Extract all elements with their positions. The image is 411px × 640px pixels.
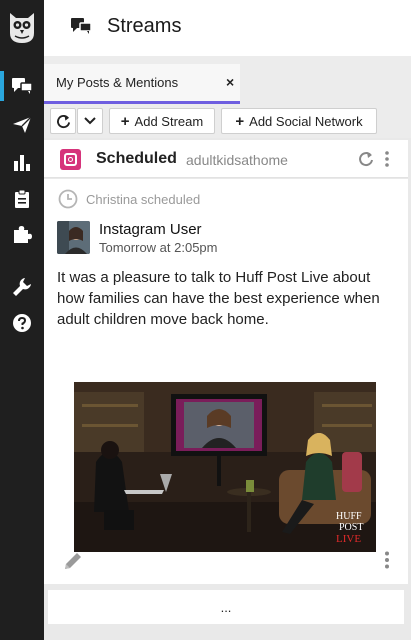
refresh-icon [56, 114, 70, 128]
stream-column: Scheduled adultkidsathome Christina sche… [44, 138, 411, 640]
page-title: Streams [107, 15, 182, 37]
more-vertical-icon [385, 151, 389, 167]
add-stream-label: Add Stream [134, 113, 204, 129]
app-header: Streams [44, 0, 411, 56]
post-author[interactable]: Instagram User [99, 221, 202, 238]
edit-post-button[interactable] [62, 550, 84, 577]
nav-assignments[interactable] [0, 181, 44, 215]
more-vertical-icon [385, 551, 389, 569]
stream-header: Scheduled adultkidsathome [44, 140, 408, 178]
tab-label: My Posts & Mentions [56, 75, 179, 90]
nav-apps[interactable] [0, 217, 44, 251]
stream-toolbar: + Add Stream + Add Social Network [44, 104, 411, 138]
plus-icon: + [120, 112, 130, 130]
post-image[interactable]: HUFF POST LIVE [74, 382, 376, 552]
post-menu-button[interactable] [384, 551, 390, 574]
nav-publisher[interactable] [0, 108, 44, 142]
stream-menu-button[interactable] [384, 151, 390, 172]
nav-help[interactable] [0, 306, 44, 340]
stream-account: adultkidsathome [186, 152, 288, 168]
post-time: Tomorrow at 2:05pm [99, 240, 218, 255]
clipboard-icon [15, 189, 29, 208]
pencil-icon [65, 553, 81, 569]
refresh-all-button[interactable] [50, 108, 76, 134]
nav-streams[interactable] [0, 69, 44, 103]
help-icon [13, 314, 31, 332]
puzzle-icon [14, 226, 32, 243]
paper-plane-icon [13, 116, 32, 133]
owl-logo-icon[interactable] [8, 9, 36, 45]
scheduled-by-text: Christina scheduled [86, 191, 201, 207]
nav-rail [0, 0, 44, 640]
stream-title: Scheduled [96, 150, 177, 167]
scheduled-by: Christina scheduled [58, 189, 200, 209]
add-social-network-button[interactable]: + Add Social Network [221, 108, 377, 134]
instagram-icon [60, 149, 81, 170]
plus-icon: + [235, 112, 245, 130]
nav-analytics[interactable] [0, 145, 44, 179]
add-stream-button[interactable]: + Add Stream [109, 108, 215, 134]
avatar[interactable] [57, 221, 90, 254]
tab-close-button[interactable]: × [226, 74, 234, 90]
chevron-down-icon [84, 117, 96, 125]
huffpost-watermark-line2: POST [339, 522, 363, 533]
huffpost-watermark-line3: LIVE [336, 533, 361, 545]
streams-icon [70, 17, 92, 40]
tab-strip: My Posts & Mentions × [44, 56, 411, 104]
post-text: It was a pleasure to talk to Huff Post L… [57, 269, 380, 328]
bar-chart-icon [14, 155, 30, 171]
clock-icon [58, 189, 78, 209]
tab-my-posts-mentions[interactable]: My Posts & Mentions × [44, 64, 240, 104]
add-social-network-label: Add Social Network [249, 113, 363, 129]
streams-icon [12, 78, 33, 94]
huffpost-watermark-line1: HUFF [336, 511, 362, 522]
nav-tools[interactable] [0, 270, 44, 304]
refresh-options-dropdown[interactable] [77, 108, 103, 134]
stream-refresh-button[interactable] [358, 151, 374, 172]
refresh-icon [359, 152, 373, 167]
post-card[interactable]: Christina scheduled Instagram User Tomor… [44, 179, 408, 584]
load-more-button[interactable]: ... [48, 590, 404, 624]
wrench-icon [13, 278, 31, 296]
